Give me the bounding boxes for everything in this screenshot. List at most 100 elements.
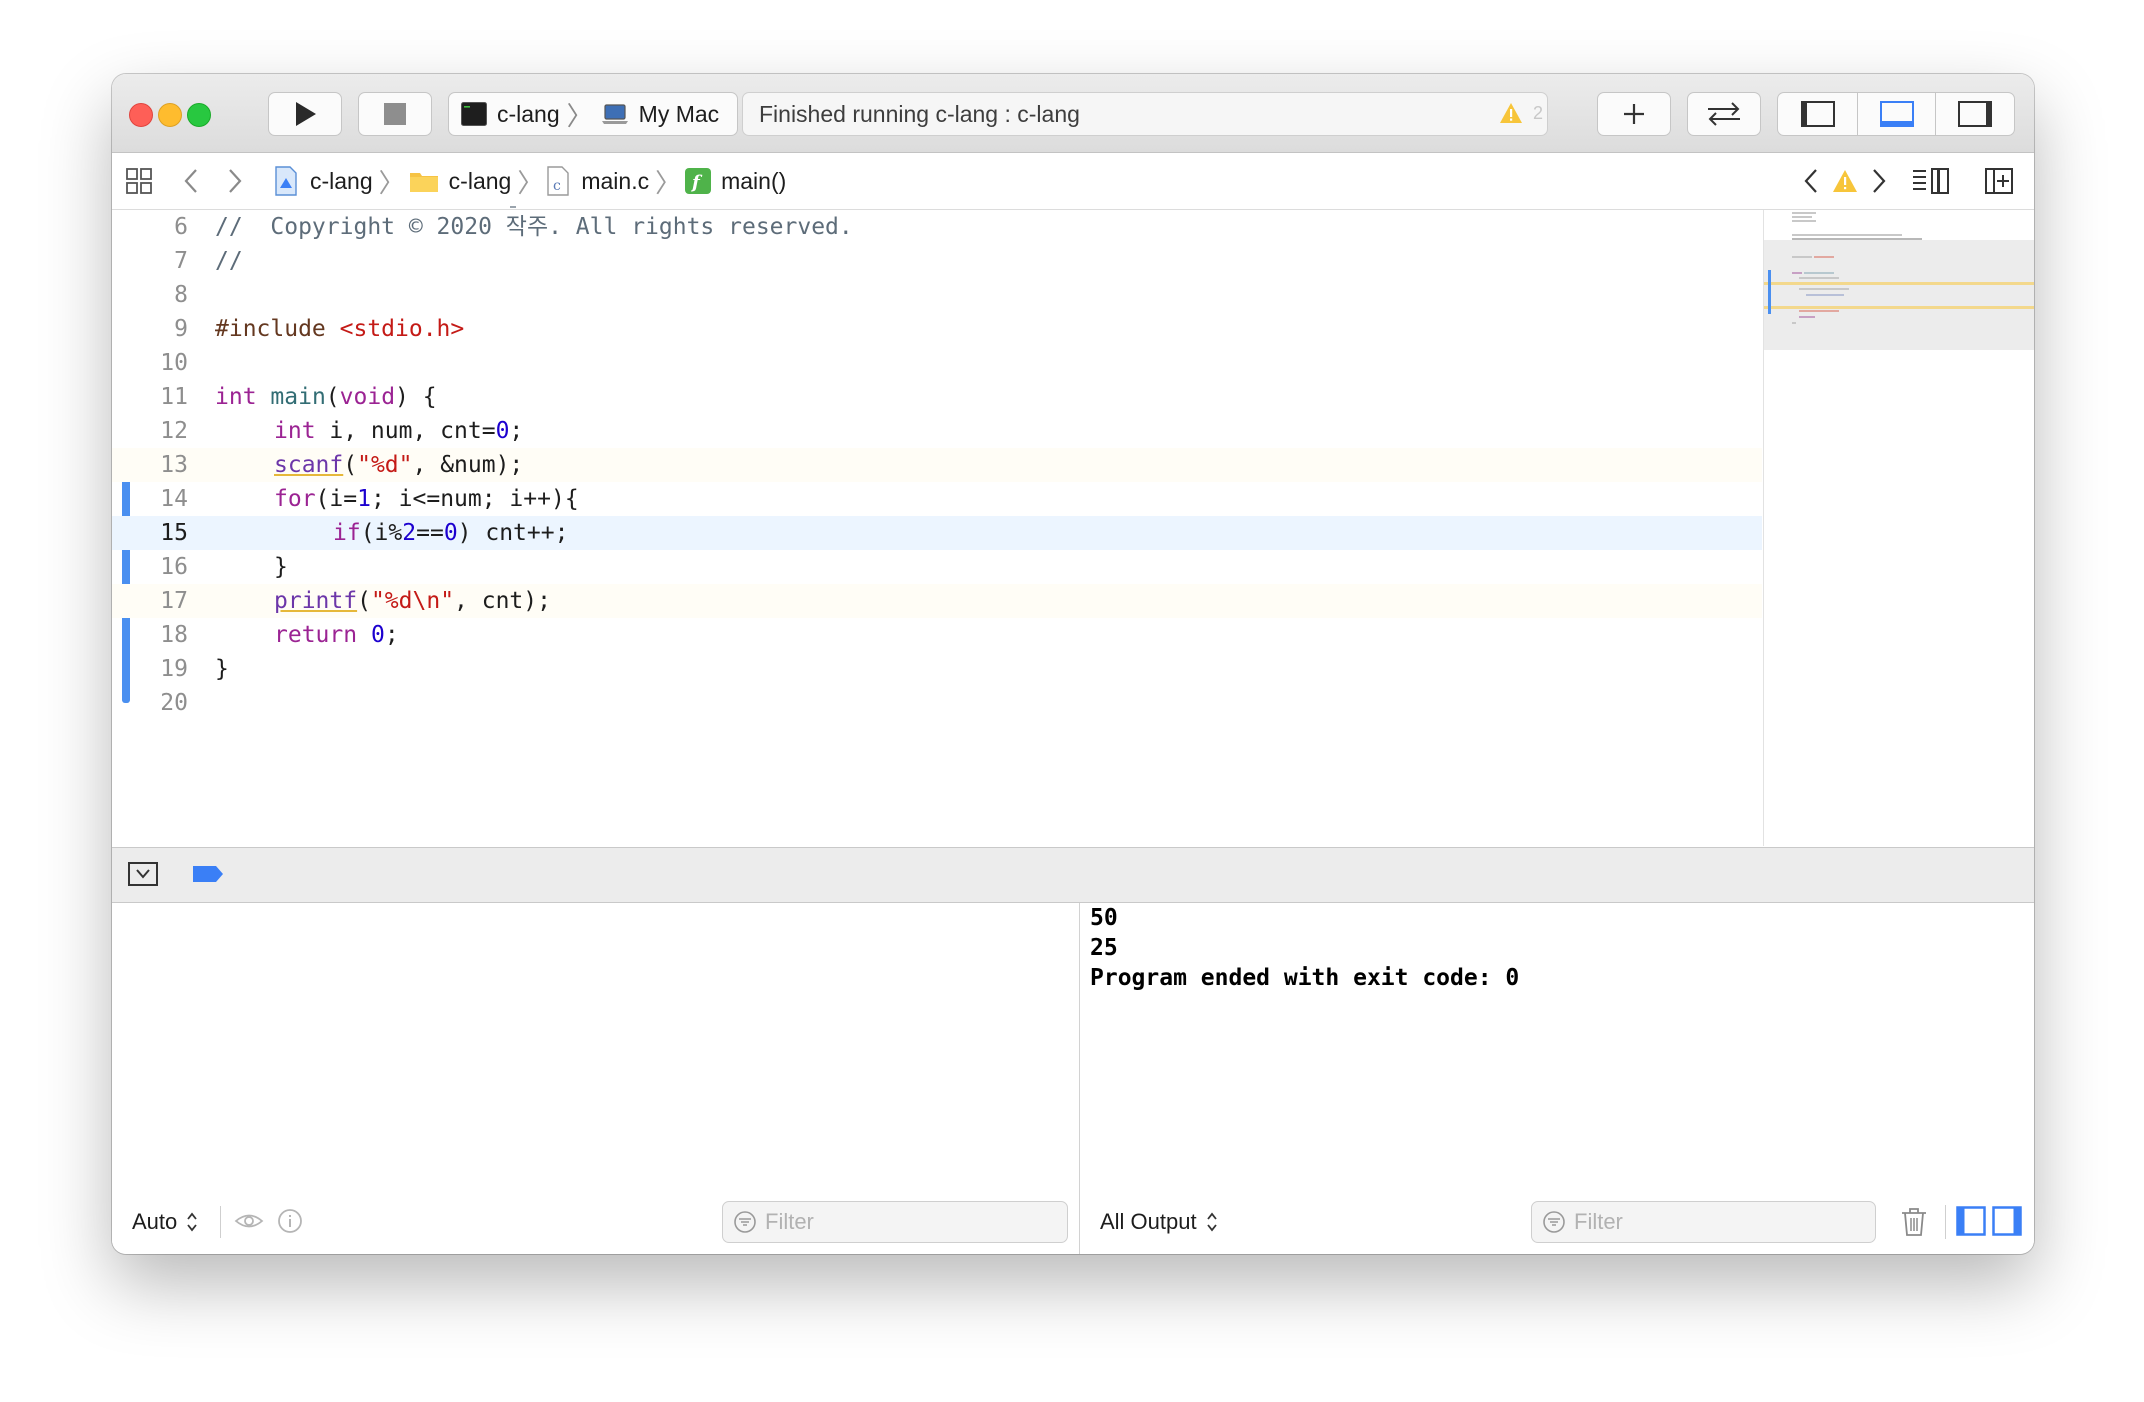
add-editor-button[interactable] (1985, 153, 2013, 209)
eye-icon (234, 1214, 264, 1228)
show-variables-button[interactable] (1956, 1206, 1986, 1241)
info-icon (278, 1209, 302, 1233)
code-token: , &num); (412, 452, 524, 478)
console-output-line: Program ended with exit code: 0 (1090, 965, 1520, 991)
up-down-chevron-icon (1206, 1212, 1217, 1232)
hide-debug-area-button[interactable] (128, 862, 158, 891)
code-text: return 0; (274, 618, 399, 652)
code-text: if(i%2==0) cnt++; (333, 516, 568, 550)
breadcrumb-file[interactable]: c main.c (547, 166, 649, 196)
filter-icon (1543, 1211, 1565, 1233)
code-token: int (274, 418, 316, 444)
svg-text:c: c (553, 178, 561, 194)
code-text: // Copyright © 2020 작주. All rights reser… (215, 214, 853, 240)
editor-options-button[interactable] (1912, 153, 1950, 209)
line-number: 10 (160, 350, 188, 376)
code-text: int i, num, cnt=0; (274, 414, 523, 448)
code-token: if (333, 520, 361, 546)
stop-button[interactable] (358, 92, 432, 136)
breadcrumb-file-label: main.c (581, 167, 650, 194)
code-token: ; (509, 418, 524, 444)
line-number: 9 (174, 316, 188, 342)
line-number: 17 (160, 588, 188, 614)
activity-viewer[interactable]: Finished running c-lang : c-lang 2 (742, 92, 1548, 136)
source-editor[interactable]: 6 // Copyright © 2020 작주. All rights res… (112, 206, 1762, 846)
zoom-button[interactable] (187, 103, 211, 127)
line-number: 20 (160, 690, 188, 716)
previous-issue-button[interactable] (1802, 153, 1820, 209)
close-button[interactable] (129, 103, 153, 127)
clear-console-button[interactable] (1900, 1207, 1928, 1242)
line-number: 12 (160, 418, 188, 444)
quick-look-button[interactable] (234, 1209, 264, 1238)
play-icon (296, 102, 316, 126)
related-items-button[interactable] (126, 153, 152, 209)
code-token: <stdio.h> (339, 316, 465, 342)
code-token: ; (384, 622, 399, 648)
scheme-device-label: My Mac (638, 100, 720, 127)
next-issue-button[interactable] (1870, 153, 1888, 209)
breakpoints-toggle-button[interactable] (192, 864, 224, 889)
minimize-button[interactable] (158, 103, 182, 127)
up-down-chevron-icon (187, 1212, 197, 1232)
output-label: All Output (1100, 1209, 1197, 1234)
issue-indicator[interactable] (1832, 153, 1858, 209)
run-button[interactable] (268, 92, 342, 136)
code-line: 16 } (112, 550, 1762, 584)
code-review-button[interactable] (1687, 92, 1761, 136)
show-console-button[interactable] (1992, 1206, 2022, 1241)
clipped-line-fragment (510, 200, 516, 208)
line-number: 13 (160, 452, 188, 478)
left-panel-icon (1800, 101, 1835, 127)
code-token: return (274, 622, 358, 648)
forward-button[interactable] (226, 153, 244, 209)
code-line: 10 (112, 346, 1762, 380)
terminal-app-icon (461, 102, 487, 126)
minimap[interactable] (1763, 210, 2034, 846)
debug-bar (112, 847, 2034, 903)
collapse-panel-icon (128, 862, 158, 886)
line-number: 19 (160, 656, 188, 682)
chevron-right-icon: 〉 (566, 100, 593, 131)
chevron-right-icon: 〉 (517, 167, 544, 198)
breadcrumb-symbol[interactable]: f main() (685, 168, 786, 195)
code-line: 6 // Copyright © 2020 작주. All rights res… (112, 210, 1762, 244)
chevron-right-icon (229, 169, 242, 193)
inspector-toggle-button[interactable] (1936, 93, 2014, 135)
scheme-selector[interactable]: c-lang 〉 My Mac (448, 92, 738, 136)
line-number: 6 (174, 214, 188, 240)
chevron-left-icon (184, 169, 197, 193)
code-line: 18 return 0; (112, 618, 1762, 652)
code-token: ) cnt++; (457, 520, 569, 546)
variables-filter-field[interactable]: Filter (722, 1201, 1068, 1243)
breadcrumb-group[interactable]: c-lang (409, 168, 511, 195)
code-text: } (274, 554, 288, 580)
code-token: 0 (495, 418, 510, 444)
scope-selector[interactable]: Auto (132, 1204, 199, 1240)
console-view[interactable]: 50 25 Program ended with exit code: 0 Al… (1079, 903, 2034, 1254)
chevron-right-icon: 〉 (378, 167, 405, 198)
variables-view[interactable]: Auto Filter (112, 903, 1078, 1254)
code-token: main (270, 384, 326, 410)
debug-area-toggle-button[interactable] (1858, 93, 1936, 135)
warning-icon[interactable] (1499, 102, 1523, 124)
code-line: 20 (112, 686, 1762, 720)
breadcrumb-symbol-label: main() (721, 167, 787, 194)
code-token: 2 (402, 520, 417, 546)
code-text: for(i=1; i<=num; i++){ (274, 482, 579, 516)
breadcrumb-project[interactable]: c-lang (274, 166, 373, 196)
code-text: printf("%d\n", cnt); (274, 584, 551, 618)
code-token: 0 (443, 520, 458, 546)
breakpoint-icon (193, 866, 223, 882)
navigator-toggle-button[interactable] (1778, 93, 1858, 135)
code-token: == (416, 520, 444, 546)
plus-icon (1624, 104, 1644, 124)
library-button[interactable] (1597, 92, 1671, 136)
back-button[interactable] (182, 153, 200, 209)
print-description-button[interactable] (277, 1208, 303, 1239)
c-file-icon: c (547, 166, 570, 196)
console-filter-field[interactable]: Filter (1531, 1201, 1876, 1243)
line-number: 11 (160, 384, 188, 410)
output-selector[interactable]: All Output (1100, 1204, 1219, 1240)
